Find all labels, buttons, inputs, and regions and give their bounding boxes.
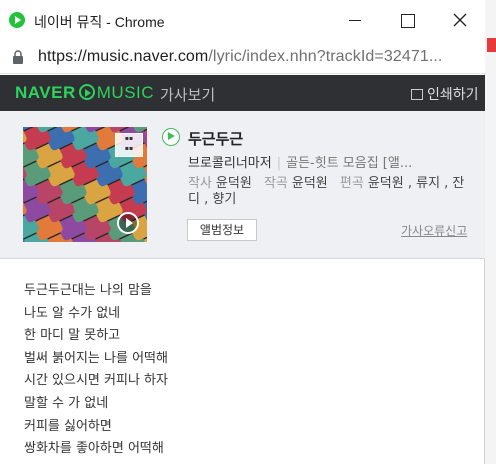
lyric-line: 벌써 붉어지는 나를 어떡해 xyxy=(24,350,168,366)
album-info-button[interactable]: 앨범정보 xyxy=(187,219,257,241)
cover-badge-logo: ▪▪ ▪▪ xyxy=(115,133,143,157)
lyric-line: 말할 수 가 없네 xyxy=(24,395,109,411)
album-link[interactable]: 골든-힛트 모음집 [앨... xyxy=(286,156,412,171)
window-title: 네이버 뮤직 - Chrome xyxy=(34,14,165,30)
lyric-line: 시간 있으시면 커피나 하자 xyxy=(24,373,168,389)
play-logo-icon xyxy=(78,84,95,100)
lyricist-name[interactable]: 윤덕원 xyxy=(216,176,252,191)
track-title: 두근두근 xyxy=(188,130,244,148)
track-play-icon[interactable] xyxy=(162,128,180,146)
lyrics-body: 두근두근대는 나의 맘을 나도 알 수가 없네 한 마디 말 못하고 벌써 붉어… xyxy=(24,280,464,461)
lock-icon[interactable] xyxy=(12,50,24,64)
lyric-line: 쌍화차를 좋아하면 어떡해 xyxy=(24,441,164,457)
address-bar[interactable]: https://music.naver.com/lyric/index.nhn?… xyxy=(0,40,485,74)
lyric-line: 커피를 싫어하면 xyxy=(24,418,112,434)
lyric-line: 두근두근대는 나의 맘을 xyxy=(24,283,152,298)
print-button[interactable]: 인쇄하기 xyxy=(411,84,479,104)
artist-link[interactable]: 브로콜리너마저 xyxy=(188,156,272,171)
url-host: https://music.naver.com xyxy=(38,48,209,65)
lyricist-label: 작사 xyxy=(188,176,212,191)
url-text[interactable]: https://music.naver.com/lyric/index.nhn?… xyxy=(38,48,442,66)
close-button[interactable] xyxy=(446,6,474,34)
divider: | xyxy=(276,156,282,171)
close-icon xyxy=(453,13,467,27)
composer-name[interactable]: 윤덕원 xyxy=(292,176,328,191)
page-subtitle: 가사보기 xyxy=(160,86,216,104)
print-label: 인쇄하기 xyxy=(427,87,479,103)
brand-music: MUSIC xyxy=(96,83,155,102)
naver-music-app-icon xyxy=(9,12,25,28)
printer-icon xyxy=(411,89,423,100)
lyric-error-report-link[interactable]: 가사오류신고 xyxy=(401,222,467,239)
maximize-button[interactable] xyxy=(394,6,422,34)
composer-label: 작곡 xyxy=(263,176,288,191)
naver-music-logo[interactable]: NAVER MUSIC xyxy=(15,83,154,103)
lyric-line: 나도 알 수가 없네 xyxy=(24,305,121,321)
url-path: /lyric/index.nhn?trackId=32471... xyxy=(208,48,443,65)
cover-play-icon[interactable] xyxy=(117,212,139,234)
album-cover[interactable]: ▪▪ ▪▪ xyxy=(23,127,147,242)
minimize-button[interactable] xyxy=(342,6,370,34)
title-bar[interactable]: 네이버 뮤직 - Chrome xyxy=(0,0,485,40)
brand-naver: NAVER xyxy=(15,83,76,102)
track-info-section: ▪▪ ▪▪ 두근두근 브로콜리너마저 | 골든-힛트 모음집 [앨... 작사 윤덕원 … xyxy=(0,111,485,259)
background-window-edge xyxy=(485,0,496,464)
arranger-label: 편곡 xyxy=(339,176,364,191)
artist-album-line: 브로콜리너마저 | 골든-힛트 모음집 [앨... xyxy=(188,152,468,171)
credits: 작사 윤덕원 작곡 윤덕원 편곡 윤덕원 , 류지 , 잔디 , 향기 xyxy=(188,176,470,208)
lyric-line: 한 마디 말 못하고 xyxy=(24,328,121,344)
browser-window: 네이버 뮤직 - Chrome https://music.naver.com/… xyxy=(0,0,485,464)
naver-music-header: NAVER MUSIC 가사보기 인쇄하기 xyxy=(0,75,485,111)
